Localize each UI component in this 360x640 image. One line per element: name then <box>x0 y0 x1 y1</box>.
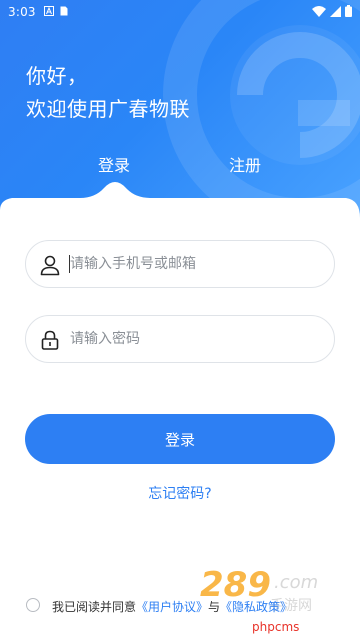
greeting-welcome: 欢迎使用广春物联 <box>26 97 190 121</box>
agreement-checkbox[interactable] <box>26 598 40 612</box>
user-agreement-link[interactable]: 《用户协议》 <box>136 600 208 614</box>
forgot-password-link[interactable]: 忘记密码? <box>0 483 360 503</box>
tab-register[interactable]: 注册 <box>229 152 261 176</box>
status-time: 3:03 <box>8 5 36 19</box>
signal-icon <box>330 5 341 17</box>
sim-card-icon <box>60 6 68 16</box>
watermark-text: phpcms <box>252 620 300 634</box>
agreement-conjunction: 与 <box>208 600 221 614</box>
wifi-icon <box>312 5 326 17</box>
text-cursor <box>69 255 70 273</box>
greeting-hello: 你好， <box>26 64 88 88</box>
login-screen: 3:03 你好， 欢迎使用广春物联 登录 注册 请输入手机号或邮箱 登录 忘记密… <box>0 0 360 640</box>
tab-login[interactable]: 登录 <box>98 152 130 176</box>
phone-email-input[interactable] <box>70 241 320 287</box>
status-bar: 3:03 <box>0 0 360 24</box>
battery-icon <box>345 5 352 17</box>
password-field[interactable] <box>25 315 335 363</box>
svg-text:.com: .com <box>274 572 318 593</box>
login-button[interactable]: 登录 <box>25 414 335 464</box>
privacy-policy-link[interactable]: 《隐私政策》 <box>220 600 292 614</box>
agreement-text: 我已阅读并同意《用户协议》与《隐私政策》 <box>52 598 292 615</box>
user-icon <box>40 255 60 276</box>
password-input[interactable] <box>70 316 320 362</box>
notification-a-icon <box>44 6 54 16</box>
agreement-prefix: 我已阅读并同意 <box>52 600 137 614</box>
lock-icon <box>41 330 59 350</box>
greeting: 你好， 欢迎使用广春物联 <box>26 60 190 126</box>
phone-email-field[interactable] <box>25 240 335 288</box>
